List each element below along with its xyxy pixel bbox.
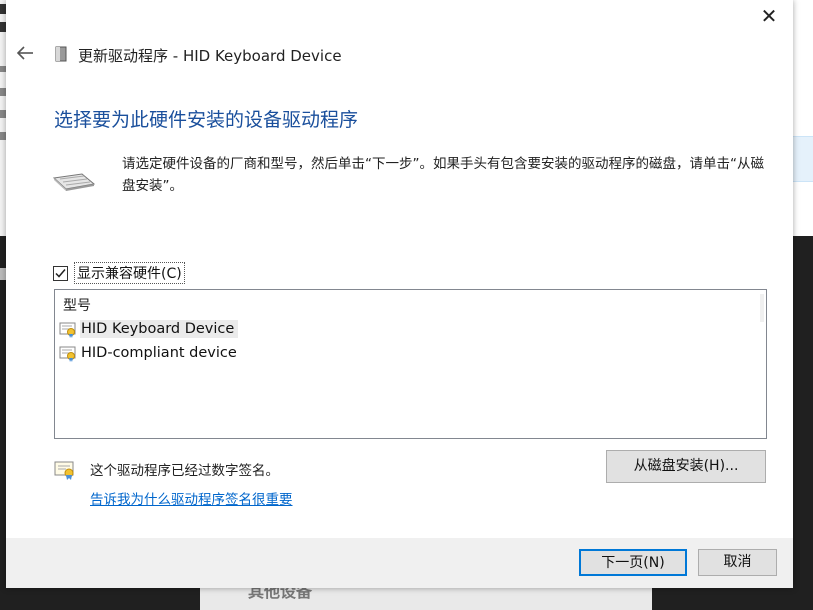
back-arrow-icon[interactable] (14, 42, 36, 64)
have-disk-button[interactable]: 从磁盘安装(H)... (606, 450, 766, 483)
dialog-title: 更新驱动程序 - HID Keyboard Device (78, 47, 342, 65)
certificate-icon (59, 346, 76, 362)
background-window-right (793, 0, 813, 236)
show-compatible-hardware-checkbox[interactable]: 显示兼容硬件(C) (53, 262, 185, 284)
checkbox-box[interactable] (53, 265, 68, 281)
list-item[interactable]: HID-compliant device (59, 342, 241, 364)
list-item-label: HID Keyboard Device (80, 320, 239, 338)
update-driver-dialog: ✕ 更新驱动程序 - HID Keyboard Device 选择要为此硬件安装… (6, 0, 793, 588)
list-item-label: HID-compliant device (81, 345, 237, 361)
close-button[interactable]: ✕ (757, 6, 781, 28)
cancel-button[interactable]: 取消 (698, 549, 777, 576)
signed-driver-text: 这个驱动程序已经过数字签名。 (90, 463, 279, 479)
close-icon: ✕ (760, 4, 778, 28)
certificate-icon (54, 460, 76, 480)
list-item[interactable]: HID Keyboard Device (59, 318, 239, 340)
certificate-icon (59, 322, 76, 338)
checkmark-icon (55, 268, 66, 278)
background-selected-row (793, 136, 813, 182)
instructions-text: 请选定硬件设备的厂商和型号，然后单击“下一步”。如果手头有包含要安装的驱动程序的… (122, 156, 764, 194)
why-signing-important-link[interactable]: 告诉我为什么驱动程序签名很重要 (90, 488, 293, 508)
next-button[interactable]: 下一页(N) (579, 549, 687, 576)
model-list[interactable]: 型号 HID Keyboard Device HID-compliant dev… (54, 289, 767, 439)
device-icon (54, 45, 68, 63)
list-scroll-hint (760, 294, 764, 322)
checkbox-label[interactable]: 显示兼容硬件(C) (74, 262, 185, 284)
list-header: 型号 (63, 298, 91, 314)
keyboard-icon (52, 170, 96, 192)
page-heading: 选择要为此硬件安装的设备驱动程序 (54, 109, 359, 131)
